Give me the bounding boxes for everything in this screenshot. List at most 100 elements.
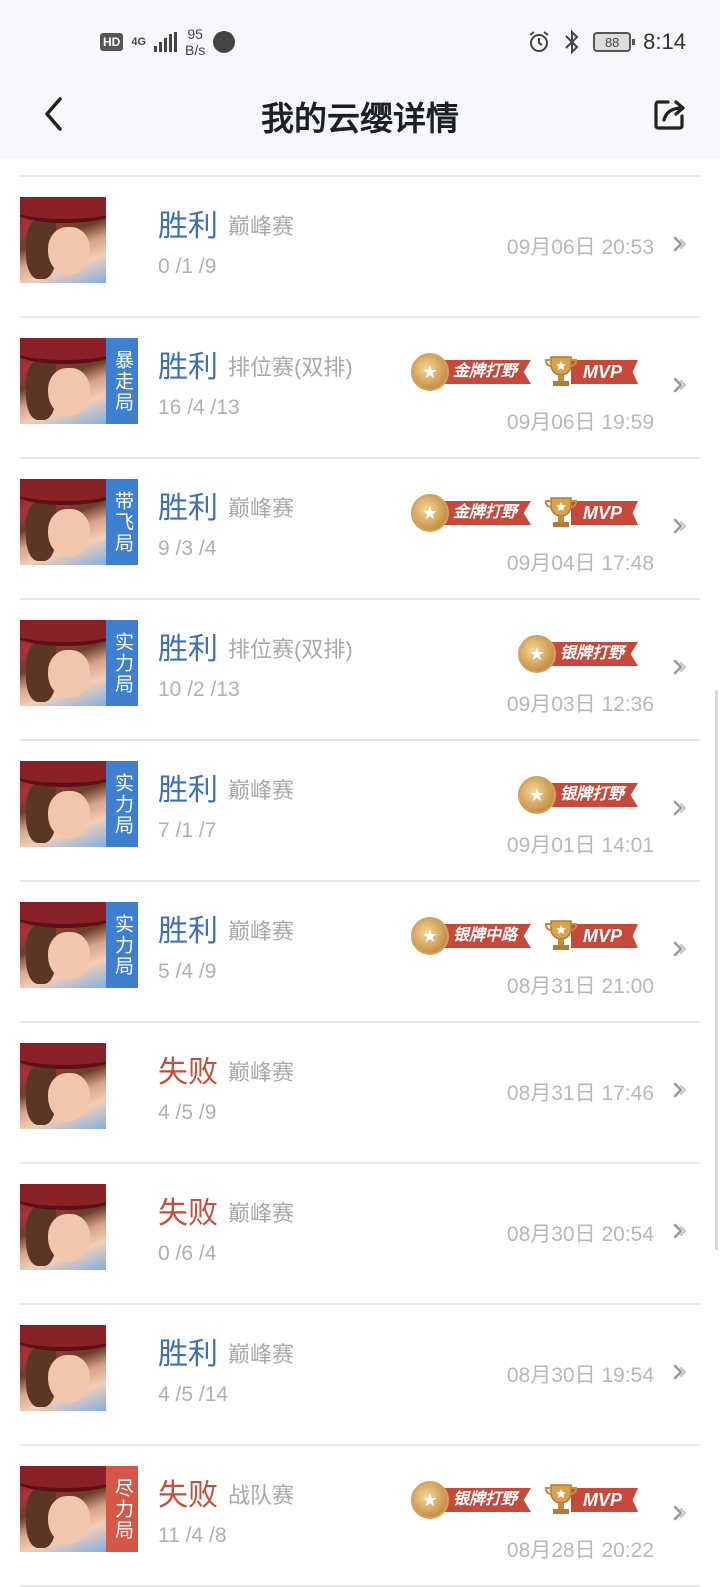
star-medal-icon: ★ xyxy=(517,776,556,814)
chevron-right-icon xyxy=(673,518,686,534)
trophy-icon xyxy=(543,353,579,391)
mvp-label: MVP xyxy=(570,924,638,948)
match-kda: 4 /5 /14 xyxy=(158,1383,229,1406)
match-mode: 巅峰赛 xyxy=(228,778,295,803)
match-list: 胜利 巅峰赛 0 /1 /9 09月06日 20:53 暴走局 胜利 排位赛(双排) 16 /… xyxy=(20,175,700,1587)
chevron-right-icon xyxy=(673,941,686,957)
match-row[interactable]: 带飞局 胜利 巅峰赛 9 /3 /4 ★ 金牌打野 MVP 09月04日 17:48 xyxy=(20,459,700,600)
position-medal-badge: ★ 银牌中路 xyxy=(410,917,531,955)
status-bar: HD 4G 95 B/s 88 8:14 xyxy=(0,0,720,80)
match-result: 胜利 xyxy=(158,774,218,807)
match-row[interactable]: 失败 巅峰赛 0 /6 /4 08月30日 20:54 xyxy=(20,1164,700,1305)
match-result: 失败 xyxy=(158,1479,218,1512)
mvp-label: MVP xyxy=(570,360,638,384)
status-bar-left: HD 4G 95 B/s xyxy=(100,24,236,60)
network-speed-unit: B/s xyxy=(185,42,206,58)
badge-group: ★ 金牌打野 MVP xyxy=(410,353,638,391)
match-tag: 带飞局 xyxy=(106,479,138,565)
network-type: 4G xyxy=(131,36,147,48)
star-medal-icon: ★ xyxy=(410,1481,449,1519)
mvp-badge: MVP xyxy=(543,497,638,528)
match-tag: 实力局 xyxy=(106,761,138,847)
match-tag: 实力局 xyxy=(106,620,138,706)
chevron-right-icon xyxy=(673,1364,686,1380)
match-row[interactable]: 实力局 胜利 巅峰赛 7 /1 /7 ★ 银牌打野 09月01日 14:01 xyxy=(20,741,700,882)
match-kda: 7 /1 /7 xyxy=(158,819,217,842)
badge-group: ★ 银牌打野 xyxy=(517,635,638,673)
match-mode: 巅峰赛 xyxy=(228,1201,295,1226)
match-kda: 0 /1 /9 xyxy=(158,255,217,278)
match-result: 胜利 xyxy=(158,1338,218,1371)
match-kda: 16 /4 /13 xyxy=(158,396,240,419)
match-mode: 巅峰赛 xyxy=(228,1060,295,1085)
match-date: 08月31日 17:46 xyxy=(506,1082,654,1105)
hero-avatar xyxy=(20,338,106,424)
mvp-label: MVP xyxy=(570,1488,638,1512)
match-row[interactable]: 胜利 巅峰赛 4 /5 /14 08月30日 19:54 xyxy=(20,1305,700,1446)
match-mode: 排位赛(双排) xyxy=(228,355,353,380)
chevron-right-icon xyxy=(673,800,686,816)
scrollbar[interactable] xyxy=(715,690,718,1250)
badge-group: ★ 金牌打野 MVP xyxy=(410,494,638,532)
battery-icon: 88 xyxy=(593,32,636,52)
badge-group: ★ 银牌打野 xyxy=(517,776,638,814)
match-kda: 0 /6 /4 xyxy=(158,1242,217,1265)
match-result: 胜利 xyxy=(158,351,218,384)
match-kda: 9 /3 /4 xyxy=(158,537,217,560)
status-bar-right: 88 8:14 xyxy=(527,26,686,58)
network-speed-value: 95 xyxy=(187,26,203,42)
medal-label: 银牌打野 xyxy=(545,783,638,807)
match-tag: 暴走局 xyxy=(106,338,138,424)
star-medal-icon: ★ xyxy=(410,494,449,532)
hero-avatar xyxy=(20,197,106,283)
match-tag: 尽力局 xyxy=(106,1466,138,1552)
match-kda: 11 /4 /8 xyxy=(158,1524,227,1547)
globe-icon xyxy=(213,31,236,53)
clock: 8:14 xyxy=(643,29,686,54)
match-date: 09月06日 20:53 xyxy=(506,236,654,259)
medal-label: 银牌打野 xyxy=(438,1488,531,1512)
hero-avatar xyxy=(20,1466,106,1552)
match-mode: 巅峰赛 xyxy=(228,1342,295,1367)
match-row[interactable]: 暴走局 胜利 排位赛(双排) 16 /4 /13 ★ 金牌打野 MVP 09月06日 19:5… xyxy=(20,318,700,459)
chevron-right-icon xyxy=(673,659,686,675)
trophy-icon xyxy=(543,494,579,532)
chevron-right-icon xyxy=(673,1223,686,1239)
share-button[interactable] xyxy=(650,94,690,134)
match-date: 09月06日 19:59 xyxy=(506,411,654,434)
match-row[interactable]: 尽力局 失败 战队赛 11 /4 /8 ★ 银牌打野 MVP 08月28日 20:22 xyxy=(20,1446,700,1587)
match-kda: 10 /2 /13 xyxy=(158,678,240,701)
nav-bar: 我的云缨详情 xyxy=(0,80,720,158)
medal-label: 金牌打野 xyxy=(438,360,531,384)
mvp-badge: MVP xyxy=(543,356,638,387)
trophy-icon xyxy=(543,917,579,955)
position-medal-badge: ★ 银牌打野 xyxy=(517,635,638,673)
hero-avatar xyxy=(20,902,106,988)
match-date: 09月04日 17:48 xyxy=(506,552,654,575)
match-row[interactable]: 胜利 巅峰赛 0 /1 /9 09月06日 20:53 xyxy=(20,177,700,318)
hero-avatar xyxy=(20,620,106,706)
mvp-label: MVP xyxy=(570,501,638,525)
hero-avatar xyxy=(20,761,106,847)
match-row[interactable]: 实力局 胜利 排位赛(双排) 10 /2 /13 ★ 银牌打野 09月03日 12:36 xyxy=(20,600,700,741)
match-row[interactable]: 实力局 胜利 巅峰赛 5 /4 /9 ★ 银牌中路 MVP 08月31日 21:00 xyxy=(20,882,700,1023)
match-result: 胜利 xyxy=(158,915,218,948)
match-row[interactable]: 失败 巅峰赛 4 /5 /9 08月31日 17:46 xyxy=(20,1023,700,1164)
match-mode: 巅峰赛 xyxy=(228,496,295,521)
signal-icon xyxy=(154,32,178,52)
bluetooth-icon xyxy=(565,29,579,55)
position-medal-badge: ★ 银牌打野 xyxy=(410,1481,531,1519)
match-date: 08月30日 19:54 xyxy=(506,1364,654,1387)
match-mode: 巅峰赛 xyxy=(228,919,295,944)
chevron-right-icon xyxy=(673,1082,686,1098)
hero-avatar xyxy=(20,479,106,565)
battery-level: 88 xyxy=(604,34,620,50)
chevron-right-icon xyxy=(673,236,686,252)
match-result: 失败 xyxy=(158,1197,218,1230)
badge-group: ★ 银牌中路 MVP xyxy=(410,917,638,955)
match-kda: 4 /5 /9 xyxy=(158,1101,217,1124)
hd-icon: HD xyxy=(100,33,124,51)
position-medal-badge: ★ 银牌打野 xyxy=(517,776,638,814)
match-kda: 5 /4 /9 xyxy=(158,960,217,983)
star-medal-icon: ★ xyxy=(410,917,449,955)
